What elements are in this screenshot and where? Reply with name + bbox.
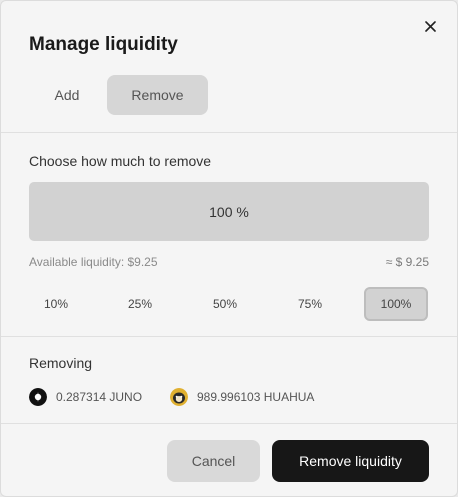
divider bbox=[1, 423, 457, 424]
percent-option-100[interactable]: 100% bbox=[364, 287, 428, 321]
available-liquidity: Available liquidity: $9.25 bbox=[29, 255, 158, 269]
close-icon bbox=[424, 20, 436, 32]
removing-label: Removing bbox=[29, 355, 93, 371]
token-juno: 0.287314 JUNO bbox=[29, 388, 142, 406]
slider-value: 100 % bbox=[209, 203, 249, 220]
percent-option-50[interactable]: 50% bbox=[193, 287, 257, 321]
juno-token-icon bbox=[29, 388, 47, 406]
juno-amount: 0.287314 JUNO bbox=[56, 390, 143, 404]
huahua-amount: 989.996103 HUAHUA bbox=[197, 390, 315, 404]
approx-value: ≈ $ 9.25 bbox=[385, 255, 429, 269]
divider bbox=[1, 132, 457, 133]
close-button[interactable] bbox=[419, 15, 441, 37]
remove-liquidity-button[interactable]: Remove liquidity bbox=[272, 440, 429, 482]
percent-option-75[interactable]: 75% bbox=[278, 287, 342, 321]
modal-title: Manage liquidity bbox=[29, 34, 178, 55]
manage-liquidity-modal: Manage liquidity Add Remove Choose how m… bbox=[0, 0, 458, 497]
choose-amount-label: Choose how much to remove bbox=[29, 153, 212, 169]
percent-option-25[interactable]: 25% bbox=[108, 287, 172, 321]
divider bbox=[1, 336, 457, 337]
tab-add[interactable]: Add bbox=[29, 75, 105, 115]
token-huahua: 989.996103 HUAHUA bbox=[170, 388, 314, 406]
tab-remove[interactable]: Remove bbox=[107, 75, 208, 115]
percent-option-10[interactable]: 10% bbox=[24, 287, 88, 321]
remove-amount-slider[interactable]: 100 % bbox=[29, 182, 429, 241]
huahua-token-icon bbox=[170, 388, 188, 406]
cancel-button[interactable]: Cancel bbox=[167, 440, 260, 482]
